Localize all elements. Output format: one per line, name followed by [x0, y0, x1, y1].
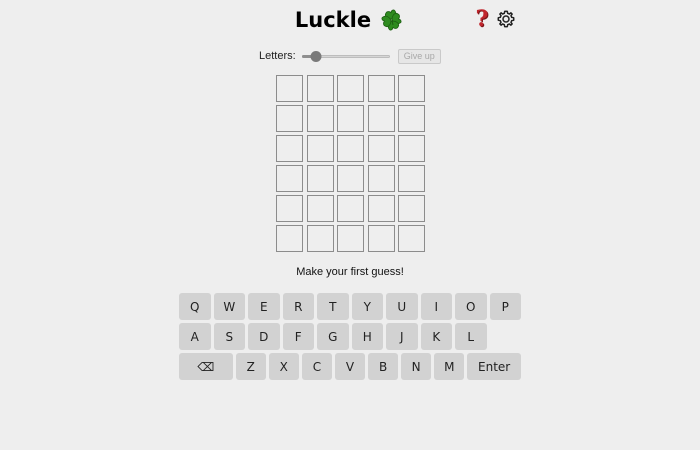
board-tile: [306, 105, 334, 132]
board-tile: [398, 165, 425, 192]
enter-key[interactable]: Enter: [467, 353, 521, 380]
key-r[interactable]: R: [282, 293, 314, 320]
four-leaf-clover-icon: [381, 9, 402, 31]
key-v[interactable]: V: [334, 353, 366, 380]
key-k[interactable]: K: [420, 323, 452, 350]
on-screen-keyboard: QWERTYUIOP ASDFGHJKL ⌫ Z X C V B N M Enter: [179, 293, 521, 383]
gear-icon[interactable]: [496, 9, 516, 29]
key-d[interactable]: D: [248, 323, 280, 350]
key-i[interactable]: I: [420, 293, 452, 320]
board-tile: [337, 105, 364, 132]
key-o[interactable]: O: [455, 293, 487, 320]
board-tile: [398, 135, 425, 162]
key-a[interactable]: A: [179, 323, 211, 350]
top-icons: ?: [474, 8, 516, 30]
board-tile: [306, 195, 334, 222]
keyboard-row-1: QWERTYUIOP: [179, 293, 521, 320]
key-y[interactable]: Y: [351, 293, 383, 320]
board-tile: [276, 135, 303, 162]
key-l[interactable]: L: [455, 323, 487, 350]
keyboard-row-2: ASDFGHJKL: [179, 323, 521, 350]
board-tile: [276, 195, 303, 222]
key-h[interactable]: H: [351, 323, 383, 350]
board-tile: [367, 75, 395, 102]
board-tile: [276, 105, 303, 132]
key-c[interactable]: C: [301, 353, 332, 380]
board-tile: [398, 225, 425, 252]
key-t[interactable]: T: [317, 293, 349, 320]
help-icon[interactable]: ?: [474, 8, 490, 30]
key-m[interactable]: M: [434, 353, 465, 380]
board-tile: [276, 75, 303, 102]
board-tile: [306, 75, 334, 102]
key-p[interactable]: P: [489, 293, 521, 320]
guess-board: [276, 75, 425, 252]
key-j[interactable]: J: [386, 323, 418, 350]
slider-thumb[interactable]: [310, 51, 322, 62]
key-s[interactable]: S: [213, 323, 245, 350]
board-tile: [276, 165, 303, 192]
status-message: Make your first guess!: [296, 266, 404, 278]
board-tile: [337, 165, 364, 192]
backspace-key[interactable]: ⌫: [179, 353, 233, 380]
letters-controls: Letters: Give up: [259, 47, 441, 65]
key-z[interactable]: Z: [235, 353, 266, 380]
board-tile: [398, 105, 425, 132]
board-tile: [367, 165, 395, 192]
board-tile: [337, 225, 364, 252]
key-w[interactable]: W: [213, 293, 245, 320]
board-tile: [367, 225, 395, 252]
board-tile: [337, 135, 364, 162]
page-title: Luckle: [295, 6, 405, 34]
luckle-app: Luckle ? Letters: Give up Make your firs…: [0, 0, 700, 450]
key-u[interactable]: U: [386, 293, 418, 320]
board-tile: [398, 195, 425, 222]
title-text: Luckle: [294, 8, 372, 32]
board-tile: [306, 225, 334, 252]
board-tile: [306, 165, 334, 192]
header: Luckle: [0, 6, 700, 34]
board-tile: [276, 225, 303, 252]
board-tile: [306, 135, 334, 162]
key-q[interactable]: Q: [179, 293, 211, 320]
key-f[interactable]: F: [282, 323, 314, 350]
board-tile: [337, 75, 364, 102]
board-tile: [398, 75, 425, 102]
board-tile: [367, 195, 395, 222]
key-n[interactable]: N: [401, 353, 432, 380]
keyboard-row-3: ⌫ Z X C V B N M Enter: [179, 353, 521, 380]
key-e[interactable]: E: [248, 293, 280, 320]
board-tile: [337, 195, 364, 222]
board-tile: [367, 135, 395, 162]
letters-slider[interactable]: [301, 49, 390, 63]
key-g[interactable]: G: [317, 323, 349, 350]
key-b[interactable]: B: [368, 353, 399, 380]
key-x[interactable]: X: [268, 353, 299, 380]
give-up-button[interactable]: Give up: [397, 48, 441, 64]
board-tile: [367, 105, 395, 132]
letters-label: Letters:: [259, 50, 296, 62]
